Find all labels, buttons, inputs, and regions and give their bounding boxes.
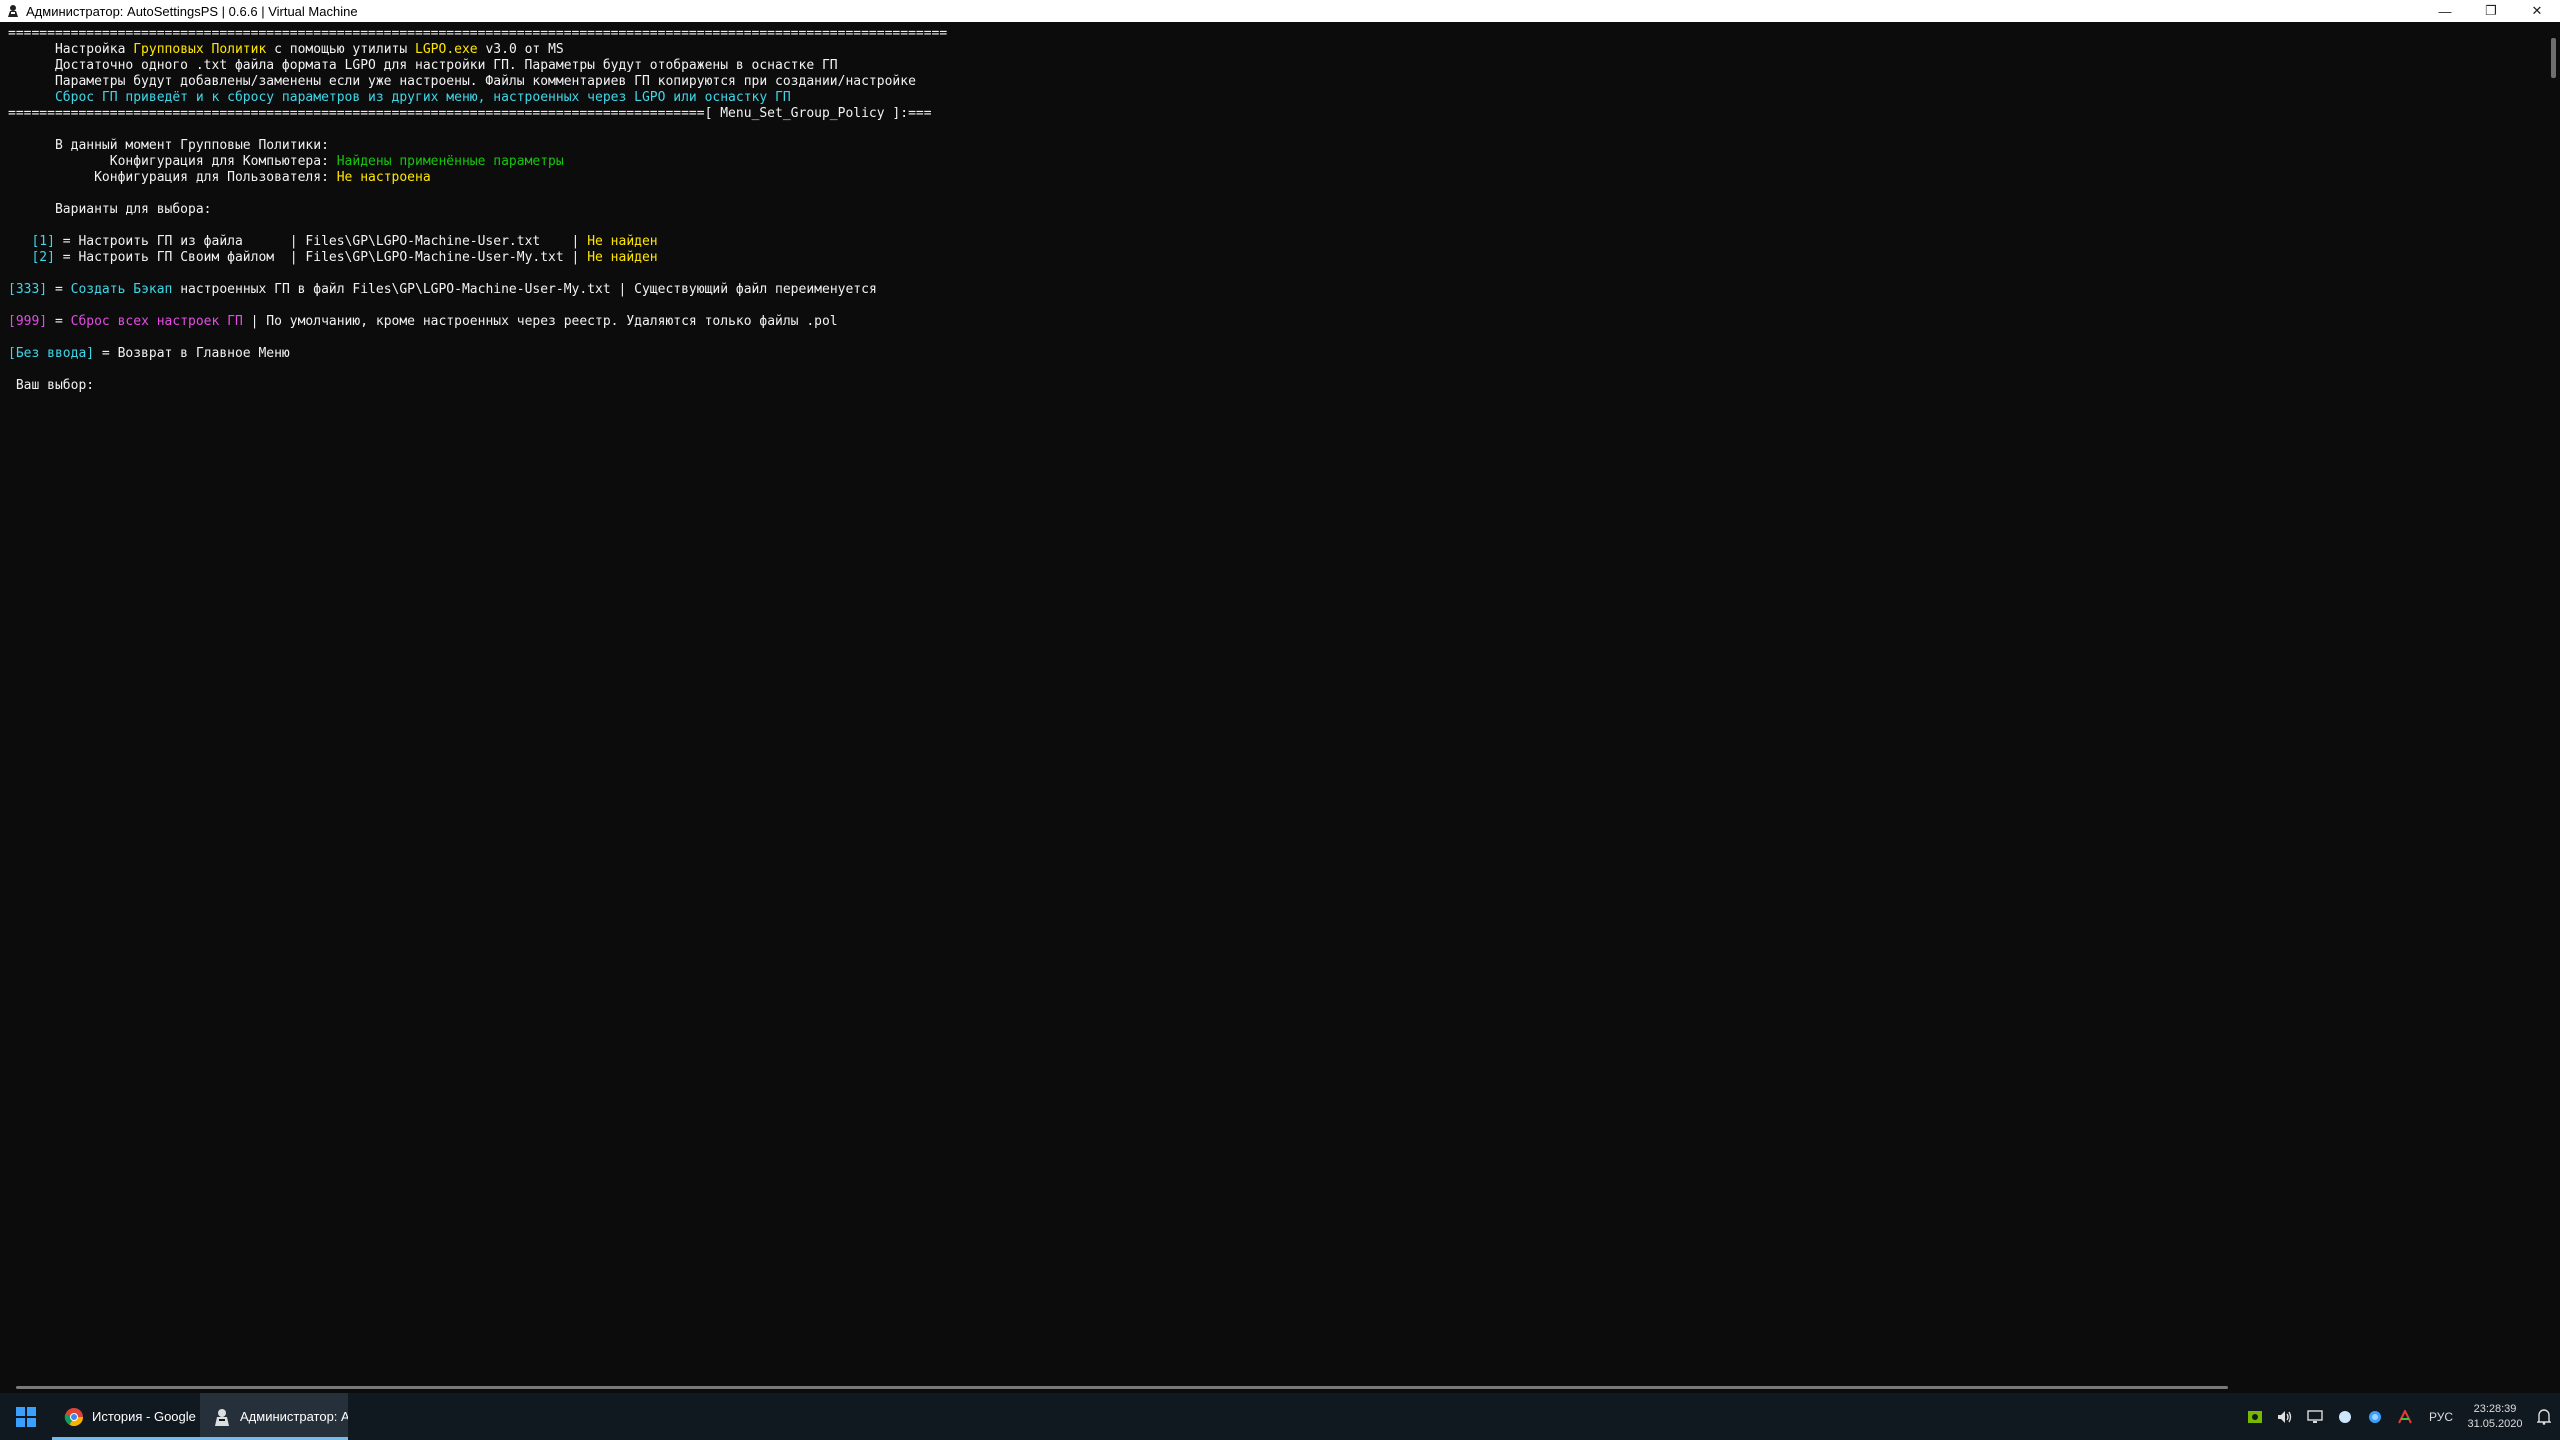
window-titlebar[interactable]: Администратор: AutoSettingsPS | 0.6.6 | … xyxy=(0,0,2560,23)
separator-top: ========================================… xyxy=(8,26,948,41)
onedrive-icon[interactable] xyxy=(2330,1393,2360,1440)
intro-line-1: Настройка Групповых Политик с помощью ут… xyxy=(8,42,564,57)
options-header: Варианты для выбора: xyxy=(8,202,212,217)
window-title: Администратор: AutoSettingsPS | 0.6.6 | … xyxy=(26,3,358,19)
app-tray-icon[interactable] xyxy=(2390,1393,2420,1440)
option-333-action: Создать Бэкап xyxy=(70,282,173,297)
option-333: [333] = Создать Бэкап настроенных ГП в ф… xyxy=(8,282,877,297)
option-2-key: [2] xyxy=(8,250,55,265)
option-999-key: [999] xyxy=(8,314,48,329)
network-icon[interactable] xyxy=(2300,1393,2330,1440)
lgpo-exe-highlight: LGPO.exe xyxy=(415,42,478,57)
terminal-app-icon xyxy=(215,1408,229,1426)
status-user: Конфигурация для Пользователя: Не настро… xyxy=(8,170,431,185)
volume-icon[interactable] xyxy=(2270,1393,2300,1440)
status-computer-value: Найдены применённые параметры xyxy=(336,154,564,169)
security-icon[interactable] xyxy=(2360,1393,2390,1440)
taskbar-app-console[interactable]: Администратор: A... xyxy=(200,1393,348,1440)
option-2-state: Не найден xyxy=(587,250,658,265)
nvidia-icon[interactable] xyxy=(2240,1393,2270,1440)
horizontal-scroll-thumb[interactable] xyxy=(16,1386,2228,1389)
start-button[interactable] xyxy=(0,1393,52,1440)
window-controls: — ❐ ✕ xyxy=(2422,0,2560,22)
taskbar: История - Google ... Администратор: A... xyxy=(0,1393,2560,1440)
language-indicator[interactable]: РУС xyxy=(2420,1393,2462,1440)
status-computer: Конфигурация для Компьютера: Найдены при… xyxy=(8,154,564,169)
option-no-input-key: [Без ввода] xyxy=(8,346,95,361)
close-button[interactable]: ✕ xyxy=(2514,0,2560,22)
input-prompt[interactable]: Ваш выбор: xyxy=(8,378,2548,394)
horizontal-scrollbar[interactable] xyxy=(0,1383,2548,1393)
option-2: [2] = Настроить ГП Своим файлом | Files\… xyxy=(8,250,658,265)
vertical-scrollbar[interactable] xyxy=(2548,22,2560,1387)
option-999-action: Сброс всех настроек ГП xyxy=(70,314,243,329)
windows-logo-icon xyxy=(16,1406,36,1427)
intro-line-4: Сброс ГП приведёт и к сбросу параметров … xyxy=(8,90,791,105)
taskbar-app-chrome[interactable]: История - Google ... xyxy=(52,1393,200,1440)
vertical-scroll-thumb[interactable] xyxy=(2551,38,2556,78)
minimize-button[interactable]: — xyxy=(2422,0,2468,22)
clock-date: 31.05.2020 xyxy=(2467,1417,2523,1430)
option-no-input: [Без ввода] = Возврат в Главное Меню xyxy=(8,346,290,361)
taskbar-app-console-label: Администратор: A... xyxy=(240,1409,348,1424)
taskbar-app-chrome-label: История - Google ... xyxy=(92,1409,200,1424)
clock-time: 23:28:39 xyxy=(2473,1402,2517,1415)
status-header: В данный момент Групповые Политики: xyxy=(8,138,329,153)
separator-menu: ========================================… xyxy=(8,106,932,121)
intro-line-3: Параметры будут добавлены/заменены если … xyxy=(8,74,916,89)
option-999: [999] = Сброс всех настроек ГП | По умол… xyxy=(8,314,838,329)
clock[interactable]: 23:28:39 31.05.2020 xyxy=(2462,1393,2528,1440)
chrome-icon xyxy=(64,1407,83,1426)
option-1-key: [1] xyxy=(8,234,55,249)
status-user-value: Не настроена xyxy=(336,170,431,185)
app-icon xyxy=(8,5,18,17)
option-1-state: Не найден xyxy=(587,234,658,249)
group-policy-highlight: Групповых Политик xyxy=(133,42,267,57)
option-1: [1] = Настроить ГП из файла | Files\GP\L… xyxy=(8,234,658,249)
notifications-icon[interactable] xyxy=(2528,1393,2560,1440)
restore-button[interactable]: ❐ xyxy=(2468,0,2514,22)
intro-line-2: Достаточно одного .txt файла формата LGP… xyxy=(8,58,838,73)
console-output[interactable]: ========================================… xyxy=(0,22,2548,1387)
option-333-key: [333] xyxy=(8,282,48,297)
system-tray: РУС 23:28:39 31.05.2020 xyxy=(2240,1393,2560,1440)
